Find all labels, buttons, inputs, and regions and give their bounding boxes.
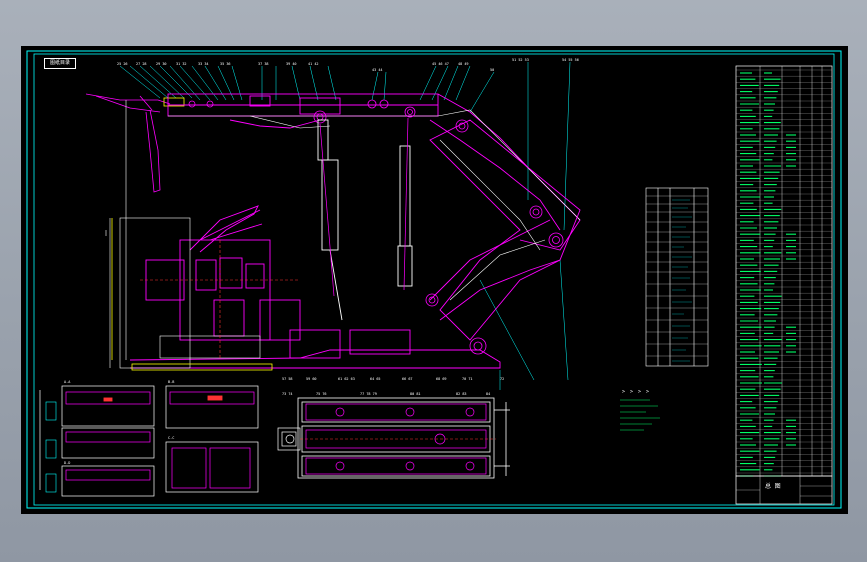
parts-list	[735, 65, 833, 505]
svg-text:54 55 56: 54 55 56	[562, 58, 579, 62]
svg-text:68 69: 68 69	[436, 377, 447, 381]
title-block-label: 总 图	[765, 483, 781, 490]
svg-text:C-C: C-C	[168, 436, 174, 440]
svg-text:D-D: D-D	[64, 461, 70, 465]
svg-text:27 28: 27 28	[136, 62, 147, 66]
svg-text:75 76: 75 76	[316, 392, 327, 396]
outer-frame	[26, 50, 842, 509]
svg-text:77 78 79: 77 78 79	[360, 392, 377, 396]
svg-text:39 40: 39 40	[286, 62, 297, 66]
parameter-table-text-strokes	[672, 199, 692, 362]
main-elevation-view: 25 26 27 28 29 30 31 32 33 34 35 36 37 38 39…	[85, 58, 581, 390]
cad-drawing: 25 26 27 28 29 30 31 32 33 34 35 36 37 38 39…	[26, 50, 842, 509]
svg-text:57 58: 57 58	[282, 377, 293, 381]
svg-text:82 83: 82 83	[456, 392, 467, 396]
svg-text:61 62 63: 61 62 63	[338, 377, 355, 381]
svg-text:59 60: 59 60	[306, 377, 317, 381]
svg-text:66 67: 66 67	[402, 377, 413, 381]
parameter-table-rows	[646, 195, 708, 357]
svg-text:29 30: 29 30	[156, 62, 167, 66]
svg-text:45 46 47: 45 46 47	[432, 62, 449, 66]
svg-text:37 38: 37 38	[258, 62, 269, 66]
svg-text:80 81: 80 81	[410, 392, 421, 396]
svg-text:35 36: 35 36	[220, 62, 231, 66]
drawing-index-tag: 图纸目录	[44, 58, 76, 69]
svg-text:43 44: 43 44	[372, 68, 383, 72]
svg-text:73 74: 73 74	[282, 392, 293, 396]
svg-text:41 42: 41 42	[308, 62, 319, 66]
svg-text:B-B: B-B	[168, 380, 174, 384]
svg-text:64 65: 64 65	[370, 377, 381, 381]
notes-marker: > > > >	[622, 389, 651, 395]
svg-text:72: 72	[500, 377, 504, 381]
svg-text:A-A: A-A	[64, 380, 71, 384]
svg-text:25 26: 25 26	[117, 62, 128, 66]
svg-text:51 52 53: 51 52 53	[512, 58, 529, 62]
parameter-table	[645, 187, 709, 367]
svg-text:31 32: 31 32	[176, 62, 187, 66]
notes-block	[620, 399, 660, 431]
svg-text:70 71: 70 71	[462, 377, 473, 381]
svg-text:50: 50	[490, 68, 494, 72]
svg-text:33 34: 33 34	[198, 62, 209, 66]
svg-text:84: 84	[486, 392, 490, 396]
plan-view: 73 74 75 76 77 78 79 80 81 82 83 84	[282, 392, 510, 479]
section-views: A-A B-B C-C D-D	[39, 380, 301, 497]
svg-text:48 49: 48 49	[458, 62, 469, 66]
